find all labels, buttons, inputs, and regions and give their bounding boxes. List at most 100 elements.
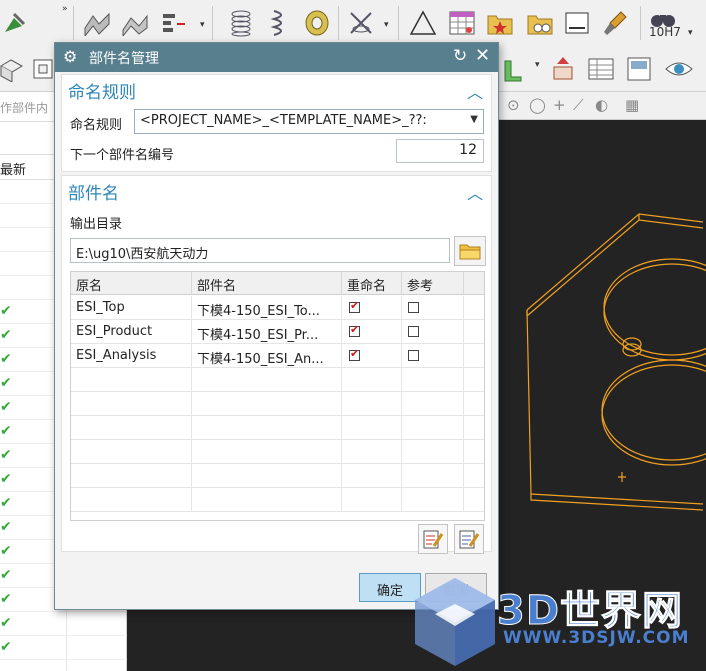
brush-icon[interactable] (600, 8, 630, 38)
snap-arc-icon[interactable]: ◐ (595, 96, 608, 114)
navigator-search-input[interactable]: 作部件内 (0, 92, 54, 122)
dropdown-arrow-icon[interactable]: ▾ (200, 20, 205, 30)
empty-cell (342, 392, 402, 416)
rename-checkbox[interactable] (349, 347, 360, 361)
block-icon[interactable] (0, 54, 26, 84)
original-name-cell: ESI_Product (71, 320, 192, 344)
empty-cell (402, 416, 464, 440)
drawing-sheet-icon[interactable] (562, 8, 592, 38)
snap-cross-icon[interactable]: + (553, 96, 566, 114)
edit-list-icon (423, 530, 444, 549)
part-name-cell[interactable]: 下模4-150_ESI_An... (192, 344, 342, 368)
gear-icon[interactable]: ⚙ (63, 47, 77, 66)
toolbar-separator (398, 6, 399, 40)
list-item[interactable]: ✔ (0, 636, 127, 660)
check-icon: ✔ (0, 639, 12, 655)
table-icon[interactable] (447, 8, 477, 38)
close-icon[interactable]: ✕ (475, 45, 490, 66)
eye-icon[interactable] (664, 54, 694, 84)
toolbar-separator (73, 6, 74, 40)
table-row[interactable]: ESI_Product 下模4-150_ESI_Pr... (71, 320, 484, 344)
toolbar-overflow-icon[interactable]: » (62, 4, 68, 14)
output-directory-input[interactable]: E:\ug10\西安航天动力 (70, 238, 450, 263)
bill-of-materials-icon[interactable] (586, 54, 616, 84)
check-icon: ✔ (0, 567, 12, 583)
empty-cell (192, 368, 342, 392)
edit-part-icon[interactable] (0, 8, 30, 38)
gear-assembly-icon[interactable] (498, 54, 528, 84)
part-name-section: 部件名 ︿ 输出目录 E:\ug10\西安航天动力 原名 部件名 重命名 参考 … (61, 175, 492, 554)
check-icon: ✔ (0, 447, 12, 463)
empty-cell (192, 488, 342, 512)
reference-checkbox[interactable] (408, 326, 419, 337)
empty-cell (192, 416, 342, 440)
folder-star-icon[interactable] (485, 8, 515, 38)
dropdown-arrow-icon[interactable]: ▾ (535, 60, 540, 70)
snap-center-icon[interactable]: ⊙ (507, 96, 520, 114)
browse-folder-button[interactable] (454, 236, 486, 266)
tolerance-label[interactable]: 10H7 (649, 25, 681, 39)
scissors-spring-icon[interactable] (346, 8, 376, 38)
empty-cell (342, 488, 402, 512)
check-icon: ✔ (0, 519, 12, 535)
check-icon: ✔ (0, 327, 12, 343)
column-header-original-name[interactable]: 原名 (71, 272, 192, 295)
empty-cell (192, 392, 342, 416)
list-item[interactable]: ✔ (0, 612, 127, 636)
toolbar-separator (212, 6, 213, 40)
edit-name-button[interactable] (454, 524, 484, 554)
collapse-chevron-icon[interactable]: ︿ (467, 79, 483, 103)
collapse-chevron-icon[interactable]: ︿ (467, 180, 483, 204)
empty-cell (402, 464, 464, 488)
table-row[interactable]: ESI_Analysis 下模4-150_ESI_An... (71, 344, 484, 368)
rename-checkbox[interactable] (349, 323, 360, 337)
bearing-icon[interactable] (302, 8, 332, 38)
reference-cell (402, 296, 464, 320)
empty-table-row (71, 440, 484, 464)
layer-list-icon[interactable] (160, 8, 190, 38)
next-part-number-input[interactable]: 12 (396, 139, 484, 163)
empty-cell (71, 464, 192, 488)
column-header-rename[interactable]: 重命名 (342, 272, 402, 295)
surface-2-icon[interactable] (120, 8, 150, 38)
empty-cell (71, 416, 192, 440)
reference-cell (402, 344, 464, 368)
triangle-icon[interactable] (408, 8, 438, 38)
snap-line-icon[interactable]: ⟋ (573, 96, 584, 114)
upload-block-icon[interactable] (548, 54, 578, 84)
ok-button[interactable]: 确定 (359, 573, 421, 602)
dropdown-arrow-icon[interactable]: ▾ (688, 28, 693, 38)
folder-circles-icon[interactable] (525, 8, 555, 38)
naming-rule-select[interactable]: <PROJECT_NAME>_<TEMPLATE_NAME>_??: ▼ (134, 109, 484, 134)
surface-icon[interactable] (82, 8, 112, 38)
part-name-cell[interactable]: 下模4-150_ESI_Pr... (192, 320, 342, 344)
edit-names-button[interactable] (418, 524, 448, 554)
naming-rule-label: 命名规则 (70, 118, 123, 133)
check-icon: ✔ (0, 303, 12, 319)
column-header-reference[interactable]: 参考 (402, 272, 464, 295)
reference-checkbox[interactable] (408, 350, 419, 361)
check-icon: ✔ (0, 615, 12, 631)
reference-cell (402, 320, 464, 344)
cancel-button[interactable]: 取消 (425, 573, 487, 602)
grid-icon[interactable]: ▦ (625, 96, 639, 114)
layout-icon[interactable] (624, 54, 654, 84)
table-row[interactable]: ESI_Top 下模4-150_ESI_To... (71, 296, 484, 320)
empty-cell (71, 392, 192, 416)
snap-circle-icon[interactable]: ◯ (529, 96, 546, 114)
part-name-table: 原名 部件名 重命名 参考 ESI_Top 下模4-150_ESI_To... … (70, 271, 485, 521)
part-name-cell[interactable]: 下模4-150_ESI_To... (192, 296, 342, 320)
output-directory-label: 输出目录 (70, 217, 123, 232)
coil-spring-icon[interactable] (266, 8, 296, 38)
column-header-part-name[interactable]: 部件名 (192, 272, 342, 295)
dropdown-arrow-icon[interactable]: ▾ (384, 20, 389, 30)
empty-cell (342, 368, 402, 392)
reference-checkbox[interactable] (408, 302, 419, 313)
naming-rule-section: 命名规则 ︿ 命名规则 <PROJECT_NAME>_<TEMPLATE_NAM… (61, 74, 492, 172)
chevron-down-icon[interactable]: ▼ (470, 114, 478, 125)
reset-icon[interactable]: ↻ (453, 46, 467, 66)
rename-checkbox[interactable] (349, 299, 360, 313)
dialog-title-bar[interactable]: ⚙ 部件名管理 ↻ ✕ (55, 43, 498, 72)
rename-cell (342, 320, 402, 344)
spring-icon[interactable] (226, 8, 256, 38)
